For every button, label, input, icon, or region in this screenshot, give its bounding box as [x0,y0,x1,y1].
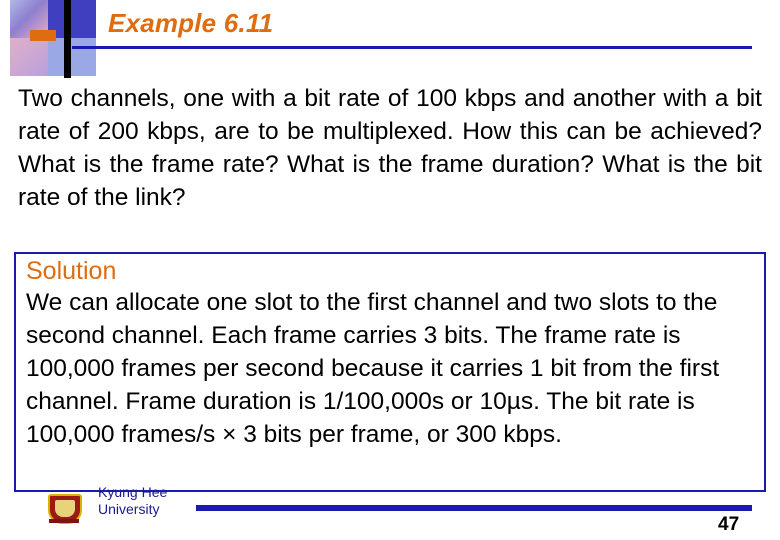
deco-square-gradient-bottom [10,38,48,76]
solution-paragraph: We can allocate one slot to the first ch… [26,289,720,448]
footer-organization: Kyung Hee University [98,484,167,518]
solution-heading: Solution [26,257,117,285]
deco-bar-orange [30,30,56,41]
solution-box: Solution We can allocate one slot to the… [14,252,766,492]
title-underline-rule [72,46,752,49]
crest-inner-shape [55,500,75,517]
page-title: Example 6.11 [108,8,274,38]
question-text: Two channels, one with a bit rate of 100… [18,82,762,214]
page-number: 47 [718,514,740,535]
deco-square-blue-light [48,38,96,76]
decorative-header-graphic [0,0,110,78]
footer-organization-line2: University [98,501,160,517]
university-crest-icon [48,494,94,532]
question-paragraph: Two channels, one with a bit rate of 100… [18,85,762,211]
deco-bar-vertical-black [64,0,71,78]
footer-rule [196,505,752,511]
solution-text: We can allocate one slot to the first ch… [26,286,762,451]
footer-organization-line1: Kyung Hee [98,484,168,500]
crest-base-bar [49,519,79,523]
